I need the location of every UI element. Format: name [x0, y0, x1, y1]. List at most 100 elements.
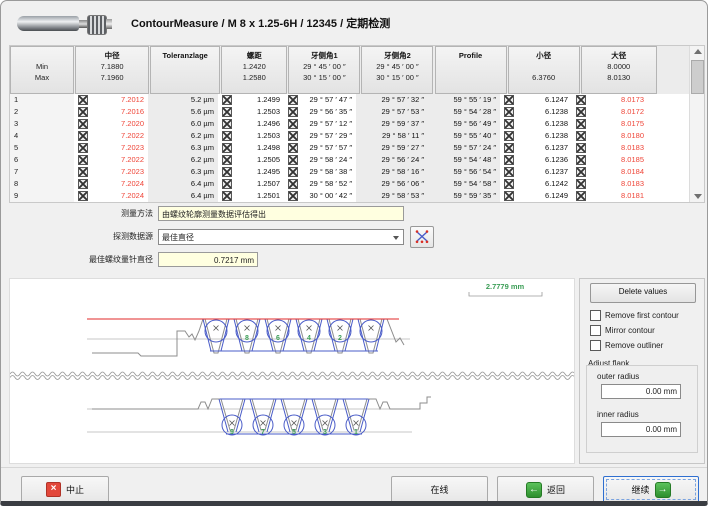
method-field[interactable]: 由螺纹轮廓测量数据评估得出	[158, 206, 404, 221]
value-checkbox-checked[interactable]	[222, 179, 232, 189]
value-checkbox-checked[interactable]	[504, 179, 514, 189]
contour-plot[interactable]: 2.7779 mm864297531	[9, 278, 575, 464]
value-checkbox-checked[interactable]	[222, 131, 232, 141]
value-checkbox-checked[interactable]	[504, 143, 514, 153]
value-checkbox-checked[interactable]	[504, 167, 514, 177]
table-cell: 1.2501	[218, 190, 284, 202]
delete-values-button[interactable]: Delete values	[590, 283, 696, 303]
table-cell: 29 ° 58 ′ 52 ″	[284, 178, 356, 190]
scroll-down-icon[interactable]	[692, 191, 703, 202]
value-checkbox-checked[interactable]	[78, 167, 88, 177]
table-cell: 29 ° 56 ′ 06 ″	[356, 178, 428, 190]
value-checkbox-checked[interactable]	[288, 179, 298, 189]
outer-radius-label: outer radius	[597, 372, 639, 381]
cell-value: 6.1238	[545, 118, 568, 130]
table-cell: 1.2505	[218, 154, 284, 166]
remove-first-contour-checkbox[interactable]	[590, 310, 601, 321]
abort-label: 中止	[66, 483, 84, 496]
value-checkbox-checked[interactable]	[288, 107, 298, 117]
table-row: 77.20236.3 µm1.249529 ° 58 ′ 38 ″29 ° 58…	[10, 166, 690, 178]
cell-value: 1.2498	[257, 142, 280, 154]
table-body: 17.20125.2 µm1.249929 ° 57 ′ 47 ″29 ° 57…	[10, 94, 690, 202]
x-marker-icon	[338, 326, 343, 331]
mirror-contour-option[interactable]: Mirror contour	[590, 324, 655, 337]
measurement-points-button[interactable]	[410, 226, 434, 248]
remove-outliner-option[interactable]: Remove outliner	[590, 339, 663, 352]
wire-diameter-field[interactable]: 0.7217 mm	[158, 252, 258, 267]
value-checkbox-checked[interactable]	[576, 131, 586, 141]
cell-value: 6.1236	[545, 154, 568, 166]
value-checkbox-checked[interactable]	[288, 131, 298, 141]
remove-outliner-checkbox[interactable]	[590, 340, 601, 351]
x-marker-icon	[230, 421, 235, 426]
value-checkbox-checked[interactable]	[288, 95, 298, 105]
value-checkbox-checked[interactable]	[576, 179, 586, 189]
table-scrollbar[interactable]	[689, 46, 704, 202]
value-checkbox-checked[interactable]	[576, 143, 586, 153]
inner-radius-field[interactable]: 0.00 mm	[601, 422, 681, 437]
value-checkbox-checked[interactable]	[78, 107, 88, 117]
contourmeasure-window: ContourMeasure / M 8 x 1.25-6H / 12345 /…	[0, 0, 708, 506]
value-checkbox-checked[interactable]	[78, 191, 88, 201]
value-checkbox-checked[interactable]	[78, 179, 88, 189]
value-checkbox-checked[interactable]	[222, 119, 232, 129]
table-cell: 1.2503	[218, 130, 284, 142]
value-checkbox-checked[interactable]	[576, 155, 586, 165]
cell-value: 6.1237	[545, 142, 568, 154]
side-panel: Delete values Remove first contour Mirro…	[579, 278, 705, 464]
cell-value: 6.3 µm	[191, 142, 214, 154]
cell-value: 6.0 µm	[191, 118, 214, 130]
value-checkbox-checked[interactable]	[576, 107, 586, 117]
value-checkbox-checked[interactable]	[288, 143, 298, 153]
continue-button[interactable]: 继续 →	[603, 476, 699, 503]
adjust-flank-group: outer radius 0.00 mm inner radius 0.00 m…	[586, 365, 698, 453]
scroll-up-icon[interactable]	[692, 46, 703, 57]
value-checkbox-checked[interactable]	[576, 119, 586, 129]
value-checkbox-checked[interactable]	[222, 155, 232, 165]
cell-value: 1.2507	[257, 178, 280, 190]
value-checkbox-checked[interactable]	[288, 119, 298, 129]
outer-radius-field[interactable]: 0.00 mm	[601, 384, 681, 399]
data-source-select[interactable]: 最佳直径	[158, 229, 404, 245]
value-checkbox-checked[interactable]	[288, 167, 298, 177]
cell-value: 8.0185	[621, 154, 644, 166]
value-checkbox-checked[interactable]	[576, 95, 586, 105]
value-checkbox-checked[interactable]	[288, 191, 298, 201]
data-source-value: 最佳直径	[162, 233, 194, 242]
value-checkbox-checked[interactable]	[78, 95, 88, 105]
back-button[interactable]: ← 返回	[497, 476, 594, 503]
scrollbar-thumb[interactable]	[691, 60, 704, 94]
value-checkbox-checked[interactable]	[222, 95, 232, 105]
value-checkbox-checked[interactable]	[504, 191, 514, 201]
checkbox-label: Mirror contour	[605, 326, 655, 335]
value-checkbox-checked[interactable]	[222, 167, 232, 177]
value-checkbox-checked[interactable]	[222, 191, 232, 201]
remove-first-contour-option[interactable]: Remove first contour	[590, 309, 679, 322]
value-checkbox-checked[interactable]	[504, 119, 514, 129]
value-checkbox-checked[interactable]	[78, 131, 88, 141]
value-checkbox-checked[interactable]	[504, 155, 514, 165]
table-cell: 1.2495	[218, 166, 284, 178]
x-marker-icon	[214, 326, 219, 331]
value-checkbox-checked[interactable]	[288, 155, 298, 165]
value-checkbox-checked[interactable]	[504, 131, 514, 141]
online-button[interactable]: 在线	[391, 476, 488, 503]
cell-value: 7.2024	[121, 178, 144, 190]
value-checkbox-checked[interactable]	[222, 143, 232, 153]
table-cell: 1.2503	[218, 106, 284, 118]
value-checkbox-checked[interactable]	[504, 107, 514, 117]
x-marker-icon	[261, 421, 266, 426]
value-checkbox-checked[interactable]	[504, 95, 514, 105]
value-checkbox-checked[interactable]	[576, 191, 586, 201]
value-checkbox-checked[interactable]	[222, 107, 232, 117]
checkbox-label: Remove outliner	[605, 341, 663, 350]
mirror-contour-checkbox[interactable]	[590, 325, 601, 336]
value-checkbox-checked[interactable]	[576, 167, 586, 177]
abort-button[interactable]: × 中止	[21, 476, 109, 503]
row-number: 6	[10, 154, 74, 166]
value-checkbox-checked[interactable]	[78, 143, 88, 153]
cell-value: 7.2020	[121, 118, 144, 130]
value-checkbox-checked[interactable]	[78, 155, 88, 165]
value-checkbox-checked[interactable]	[78, 119, 88, 129]
dimension-label: 2.7779 mm	[486, 282, 525, 291]
